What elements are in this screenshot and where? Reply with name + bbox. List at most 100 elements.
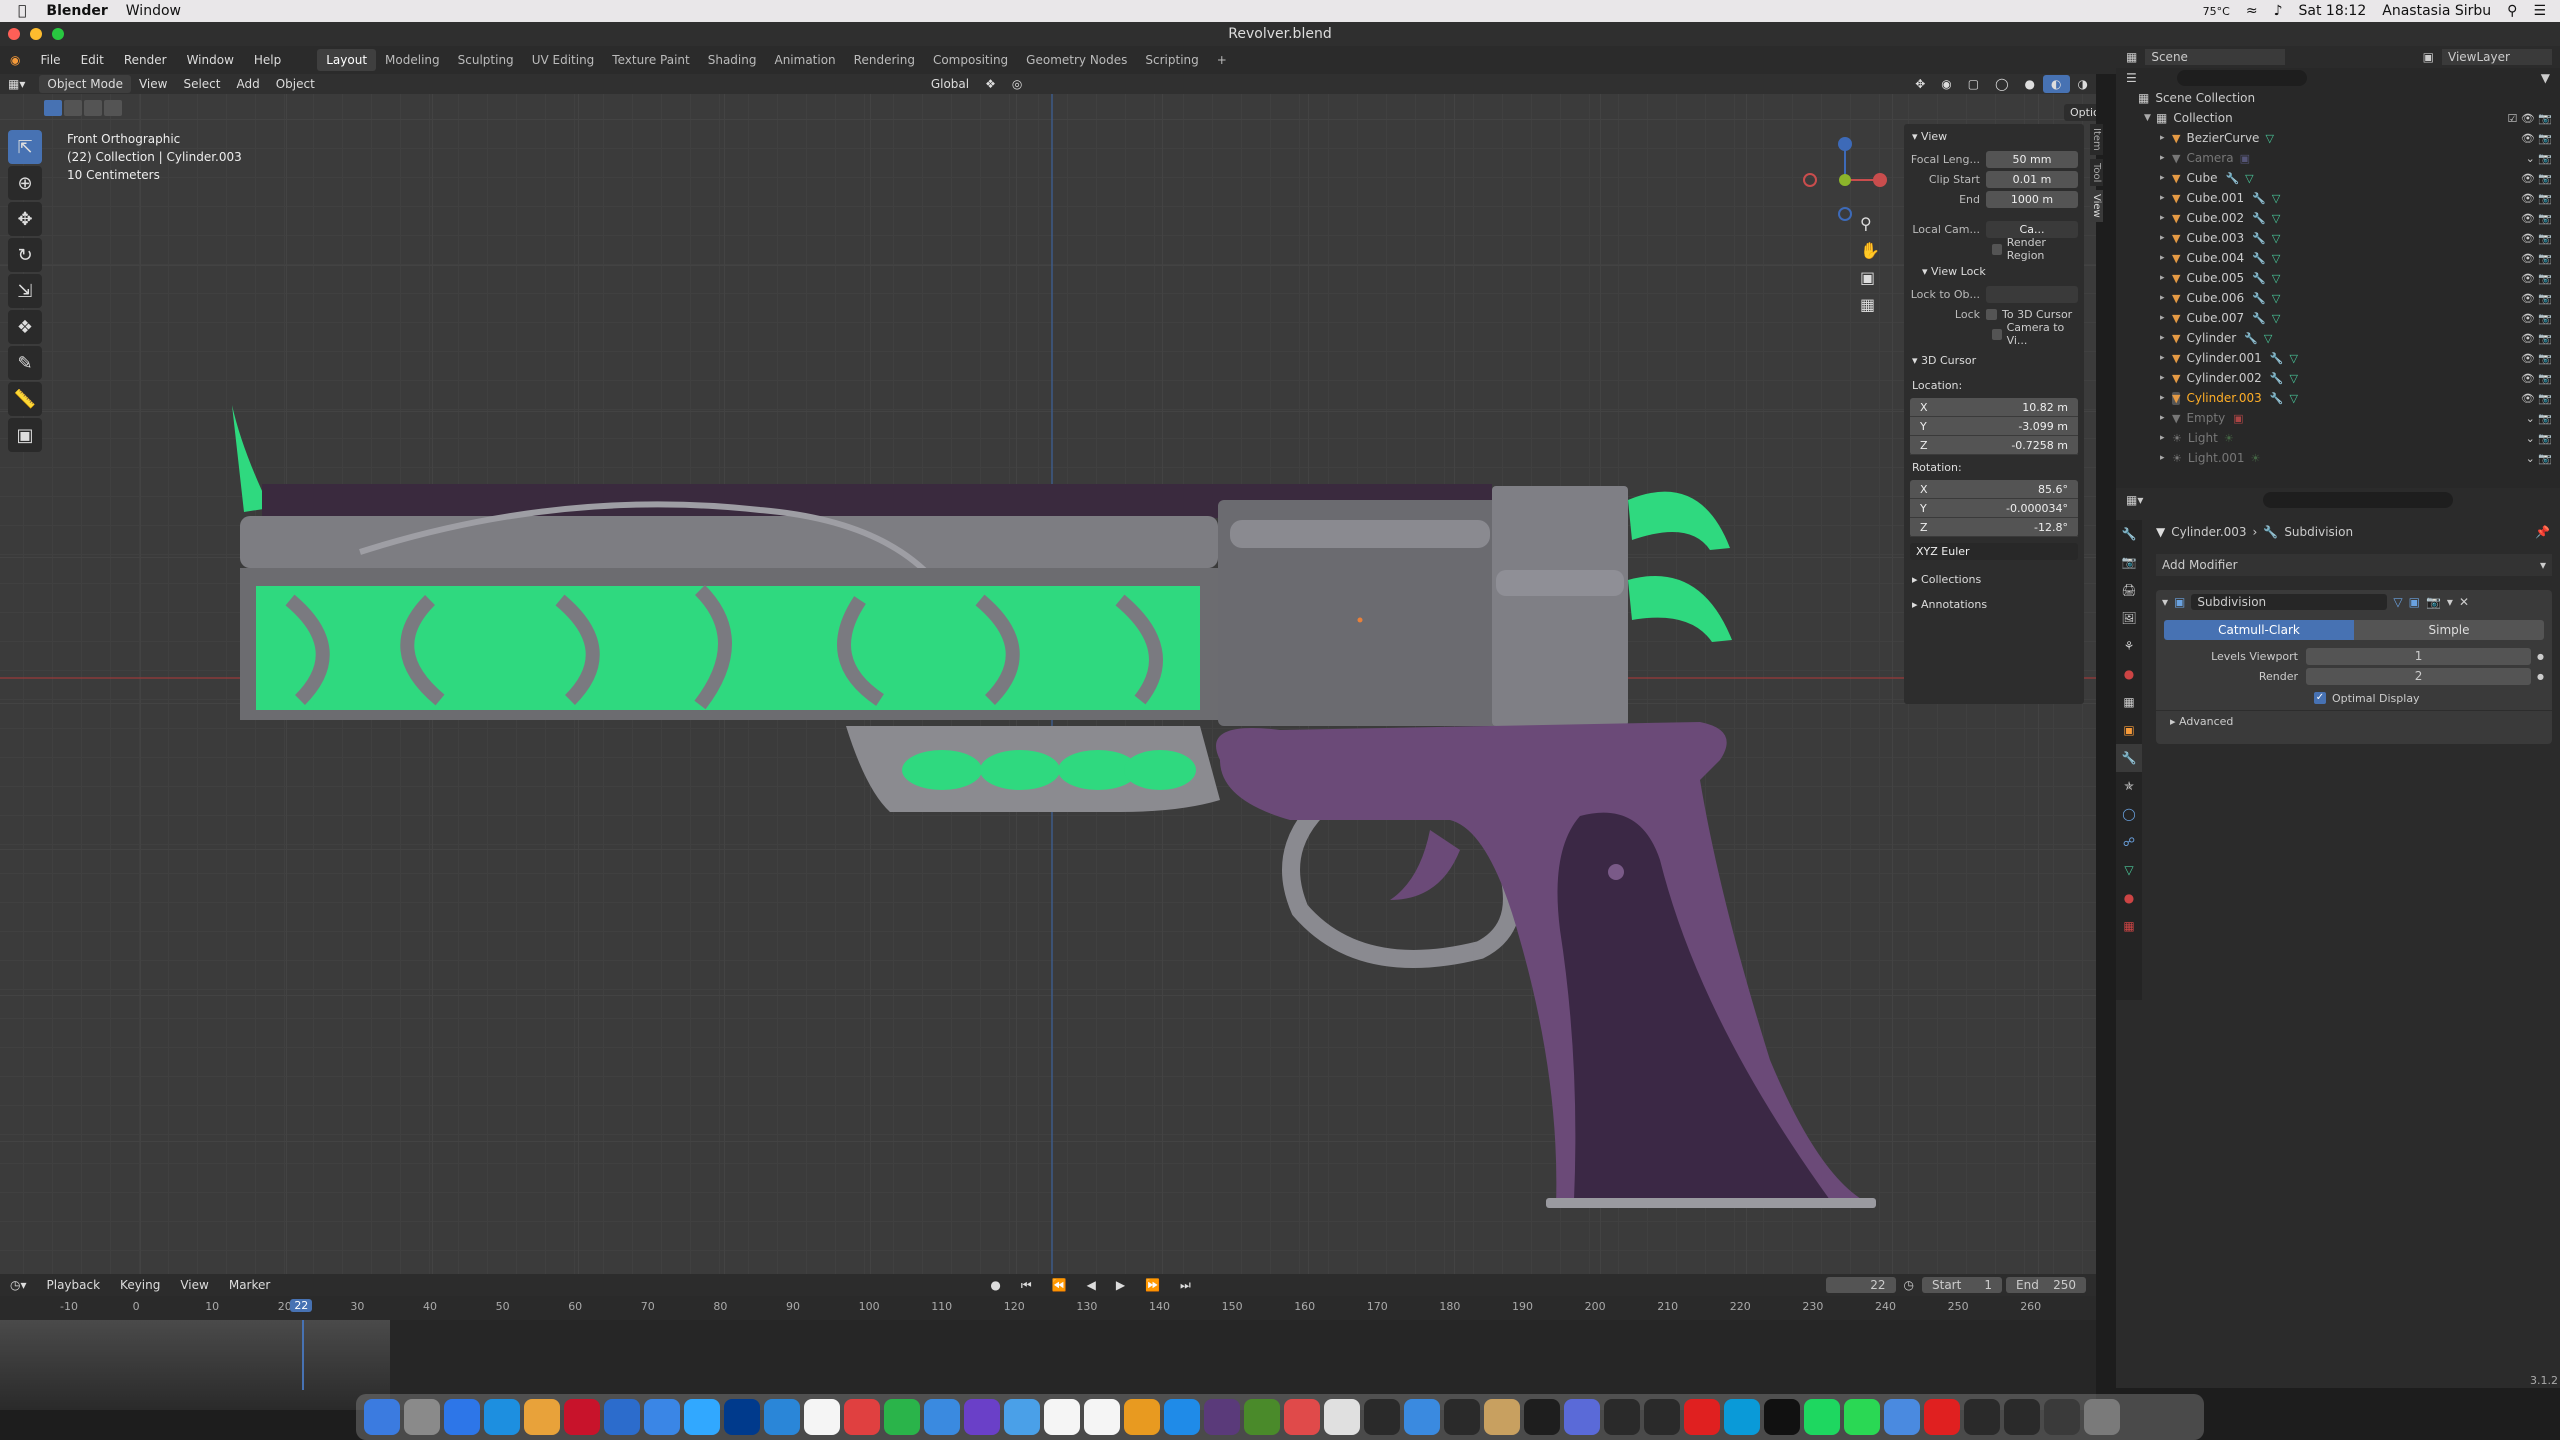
tab-rendering[interactable]: Rendering <box>845 49 924 71</box>
clip-end-field[interactable]: 1000 m <box>1986 190 2078 208</box>
dock-app-icon[interactable] <box>684 1399 720 1435</box>
dock-app-icon[interactable] <box>1404 1399 1440 1435</box>
tab-view[interactable]: View <box>2090 190 2103 222</box>
pan-hand-icon[interactable]: ✋ <box>1860 241 1884 260</box>
overlay-toggle-icon[interactable]: ◉ <box>1933 75 1959 93</box>
dock-app-icon[interactable] <box>1604 1399 1640 1435</box>
collapse-arrow-icon[interactable]: ▾ <box>2162 595 2168 609</box>
add-cube-tool[interactable]: ▣ <box>8 418 42 452</box>
3d-viewport[interactable]: Front Orthographic (22) Collection | Cyl… <box>0 94 2096 1274</box>
dock-app-icon[interactable] <box>1924 1399 1960 1435</box>
rotate-tool[interactable]: ↻ <box>8 238 42 272</box>
dock-app-icon[interactable] <box>1084 1399 1120 1435</box>
outliner-row-cube[interactable]: ▸ ▼ Cube 🔧 ▽ 👁 📷 <box>2116 168 2560 188</box>
dock-app-icon[interactable] <box>1804 1399 1840 1435</box>
menu-add[interactable]: Add <box>228 75 267 93</box>
outliner-row-cube-005[interactable]: ▸ ▼ Cube.005 🔧 ▽ 👁 📷 <box>2116 268 2560 288</box>
dock-app-icon[interactable] <box>1324 1399 1360 1435</box>
outliner-row-cube-003[interactable]: ▸ ▼ Cube.003 🔧 ▽ 👁 📷 <box>2116 228 2560 248</box>
section-view-lock[interactable]: ▾ View Lock <box>1904 259 2084 284</box>
section-view[interactable]: ▾ View <box>1904 124 2084 149</box>
annotate-tool[interactable]: ✎ <box>8 346 42 380</box>
play-reverse-icon[interactable]: ◀ <box>1077 1278 1106 1292</box>
dock-app-icon[interactable] <box>724 1399 760 1435</box>
menu-edit[interactable]: Edit <box>71 53 114 67</box>
tool-props-tab-icon[interactable]: 🔧 <box>2116 520 2142 548</box>
auto-keying-icon[interactable]: ● <box>980 1278 1010 1292</box>
dock-app-icon[interactable] <box>364 1399 400 1435</box>
visibility-icons[interactable]: ☑ 👁 📷 <box>2507 112 2552 125</box>
blender-logo-icon[interactable]: ◉ <box>0 53 30 67</box>
select-invert-icon[interactable] <box>104 100 122 116</box>
scene-icon[interactable]: ▦ <box>2126 50 2137 64</box>
transform-tool[interactable]: ❖ <box>8 310 42 344</box>
dock-app-icon[interactable] <box>1964 1399 2000 1435</box>
collapse-arrow-icon[interactable]: ▼ <box>2144 113 2156 123</box>
control-center-icon[interactable]: ☰ <box>2533 3 2546 19</box>
optimal-display-checkbox[interactable]: ✓ <box>2314 692 2326 704</box>
outliner-row-light-001[interactable]: ▸ ☀ Light.001 ☀ ⌄ 📷 <box>2116 448 2560 468</box>
menu-timeline-view[interactable]: View <box>170 1278 218 1292</box>
outliner-row-empty[interactable]: ▸ ▼ Empty ▣ ⌄ 📷 <box>2116 408 2560 428</box>
tab-uv-editing[interactable]: UV Editing <box>523 49 604 71</box>
physics-props-tab-icon[interactable]: ◯ <box>2116 800 2142 828</box>
dock-app-icon[interactable] <box>764 1399 800 1435</box>
dock-app-icon[interactable] <box>1004 1399 1040 1435</box>
cursor-location-z[interactable]: Z -0.7258 m <box>1910 436 2078 455</box>
outliner-row-cylinder-001[interactable]: ▸ ▼ Cylinder.001 🔧 ▽ 👁 📷 <box>2116 348 2560 368</box>
zoom-icon[interactable]: ⚲ <box>1860 214 1884 233</box>
render-toggle-icon[interactable]: 📷 <box>2426 595 2441 609</box>
tab-animation[interactable]: Animation <box>765 49 844 71</box>
dock-app-icon[interactable] <box>1244 1399 1280 1435</box>
tab-modeling[interactable]: Modeling <box>376 49 449 71</box>
dock-app-icon[interactable] <box>844 1399 880 1435</box>
dock-app-icon[interactable] <box>1724 1399 1760 1435</box>
dock-app-icon[interactable] <box>1164 1399 1200 1435</box>
render-levels-field[interactable]: 2 <box>2306 667 2532 685</box>
outliner-search-field[interactable] <box>2176 70 2307 86</box>
simple-button[interactable]: Simple <box>2354 620 2544 640</box>
playhead[interactable]: 22 <box>290 1299 313 1312</box>
wifi-icon[interactable]: ≈ <box>2246 3 2258 19</box>
scale-tool[interactable]: ⇲ <box>8 274 42 308</box>
properties-search-field[interactable] <box>2263 492 2454 508</box>
view-layer-icon[interactable]: ▣ <box>2423 50 2434 64</box>
search-icon[interactable]: ⚲ <box>2507 3 2517 19</box>
outliner-row-cube-002[interactable]: ▸ ▼ Cube.002 🔧 ▽ 👁 📷 <box>2116 208 2560 228</box>
outliner-row-camera[interactable]: ▸ ▼ Camera ▣ ⌄ 📷 <box>2116 148 2560 168</box>
scene-props-tab-icon[interactable]: ⚘ <box>2116 632 2142 660</box>
dock-app-icon[interactable] <box>404 1399 440 1435</box>
volume-icon[interactable]: ♪ <box>2274 3 2283 19</box>
dock-app-icon[interactable] <box>2004 1399 2040 1435</box>
tab-item[interactable]: Item <box>2090 124 2103 155</box>
measure-tool[interactable]: 📏 <box>8 382 42 416</box>
render-region-checkbox[interactable] <box>1992 243 2002 255</box>
shading-rendered-icon[interactable]: ◑ <box>2070 75 2096 93</box>
modifier-menu-icon[interactable]: ▾ <box>2447 595 2453 609</box>
section-3d-cursor[interactable]: ▾ 3D Cursor <box>1904 348 2084 373</box>
grid-toggle-icon[interactable]: ▦ <box>1860 295 1884 314</box>
tab-shading[interactable]: Shading <box>699 49 766 71</box>
focal-length-field[interactable]: 50 mm <box>1986 150 2078 168</box>
data-props-tab-icon[interactable]: ▽ <box>2116 856 2142 884</box>
dock-app-icon[interactable] <box>1204 1399 1240 1435</box>
select-subtract-icon[interactable] <box>84 100 102 116</box>
view-layer-select[interactable]: ViewLayer <box>2442 49 2552 65</box>
clock[interactable]: Sat 18:12 <box>2299 3 2367 19</box>
advanced-subpanel[interactable]: ▸ Advanced <box>2156 710 2552 732</box>
dock-app-icon[interactable] <box>444 1399 480 1435</box>
dock-app-icon[interactable] <box>1844 1399 1880 1435</box>
tab-layout[interactable]: Layout <box>317 49 377 71</box>
move-tool[interactable]: ✥ <box>8 202 42 236</box>
menu-select[interactable]: Select <box>175 75 228 93</box>
cursor-location-y[interactable]: Y -3.099 m <box>1910 417 2078 436</box>
scene-collection-row[interactable]: ▦ Scene Collection <box>2116 88 2560 108</box>
collection-row[interactable]: ▼ ▦ Collection ☑ 👁 📷 <box>2116 108 2560 128</box>
shading-material-icon[interactable]: ◐ <box>2043 75 2070 93</box>
dock-app-icon[interactable] <box>1364 1399 1400 1435</box>
snap-icon[interactable]: ❖ <box>977 75 1004 93</box>
tab-tool[interactable]: Tool <box>2090 158 2103 187</box>
dock-app-icon[interactable] <box>1524 1399 1560 1435</box>
editor-type-icon[interactable]: ▦▾ <box>0 75 33 93</box>
cursor-tool[interactable]: ⊕ <box>8 166 42 200</box>
